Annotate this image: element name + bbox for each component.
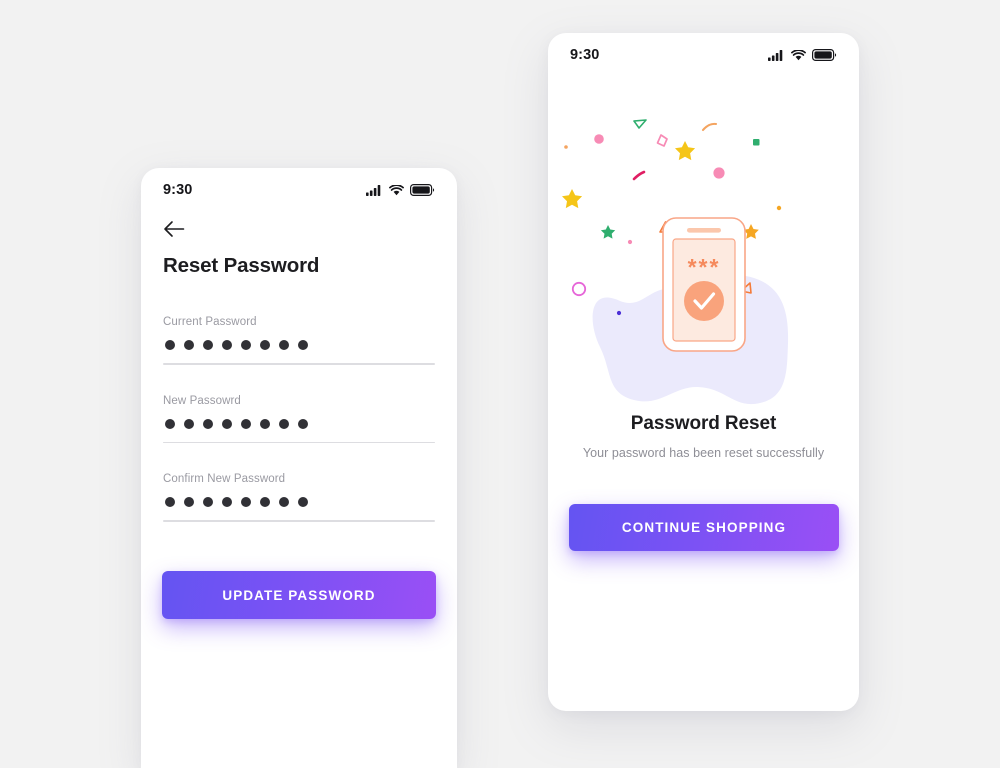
password-dot <box>260 497 270 507</box>
confetti-ring <box>571 281 587 297</box>
confetti-dot-small <box>776 205 782 211</box>
field-underline <box>163 363 435 365</box>
password-dot <box>165 497 175 507</box>
password-dot <box>260 340 270 350</box>
password-dot <box>165 418 175 429</box>
wifi-icon <box>389 184 404 196</box>
illustration-phone-device: *** <box>662 217 746 352</box>
password-dot <box>260 418 270 429</box>
password-input-current[interactable] <box>163 337 435 353</box>
confetti-diamond-open <box>656 134 668 147</box>
confetti-star-small <box>600 225 616 239</box>
status-bar-icons <box>768 49 837 61</box>
arrow-left-icon <box>163 220 185 243</box>
confetti-star <box>675 141 696 161</box>
confetti-star <box>562 189 583 209</box>
reset-password-form: Current Password New Passowrd Confirm Ne… <box>163 316 435 552</box>
password-input-new[interactable] <box>163 416 435 432</box>
confetti-dot <box>594 134 604 144</box>
field-current-password[interactable]: Current Password <box>163 316 435 365</box>
page-title: Reset Password <box>163 254 320 277</box>
field-label-confirm-new-password: Confirm New Password <box>163 473 286 485</box>
phone-mockup-reset-password: 9:30 Reset Password Current Password New… <box>141 168 457 768</box>
status-bar: 9:30 <box>548 33 859 77</box>
password-dot <box>184 340 194 350</box>
phone-mockup-password-reset-success: 9:30 *** Password Reset Your password ha… <box>548 33 859 711</box>
password-dot <box>222 418 232 429</box>
password-dot <box>279 418 289 429</box>
password-dot <box>298 340 308 350</box>
field-confirm-new-password[interactable]: Confirm New Password <box>163 473 435 522</box>
password-dot <box>298 418 308 429</box>
password-dot <box>203 340 213 350</box>
phone-speaker <box>687 228 721 233</box>
password-dot <box>298 497 308 507</box>
phone-password-success-illustration: *** <box>548 111 859 411</box>
password-dot <box>241 497 251 507</box>
field-label-current-password: Current Password <box>163 316 257 328</box>
confetti-triangle-open <box>633 119 647 129</box>
svg-text:***: *** <box>688 254 721 280</box>
cellular-signal-icon <box>768 49 785 61</box>
password-dot <box>222 340 232 350</box>
confetti-dot <box>713 167 725 179</box>
password-dot <box>184 497 194 507</box>
check-circle-icon <box>684 281 724 321</box>
status-bar: 9:30 <box>141 168 457 212</box>
success-title: Password Reset <box>630 413 777 434</box>
back-button[interactable] <box>163 216 193 246</box>
password-dot <box>279 340 289 350</box>
confetti-dash <box>632 170 646 181</box>
password-dot <box>203 497 213 507</box>
password-dot <box>241 340 251 350</box>
password-dot <box>222 497 232 507</box>
phone-screen-asterisks: *** <box>688 254 721 280</box>
password-input-confirm[interactable] <box>163 494 435 510</box>
wifi-icon <box>791 49 806 61</box>
field-new-password[interactable]: New Passowrd <box>163 394 435 443</box>
password-dot <box>184 418 194 429</box>
confetti-dot-small <box>564 145 568 149</box>
update-password-button[interactable]: UPDATE PASSWORD <box>162 571 436 619</box>
confetti-dot-tiny <box>627 239 633 245</box>
status-bar-icons <box>366 184 435 196</box>
password-dot <box>203 418 213 429</box>
status-bar-time: 9:30 <box>570 47 600 63</box>
field-underline <box>163 441 435 443</box>
cellular-signal-icon <box>366 184 383 196</box>
password-dot <box>279 497 289 507</box>
password-dot <box>241 418 251 429</box>
battery-icon <box>812 49 837 61</box>
success-subtitle: Your password has been reset successfull… <box>582 446 825 460</box>
field-underline <box>163 520 435 522</box>
battery-icon <box>410 184 435 196</box>
continue-shopping-button[interactable]: CONTINUE SHOPPING <box>569 504 839 551</box>
confetti-dot-tiny <box>616 310 622 316</box>
field-label-new-password: New Passowrd <box>163 394 241 407</box>
status-bar-time: 9:30 <box>163 182 193 198</box>
confetti-arc <box>701 122 718 132</box>
password-dot <box>165 340 175 350</box>
confetti-square <box>753 139 760 146</box>
